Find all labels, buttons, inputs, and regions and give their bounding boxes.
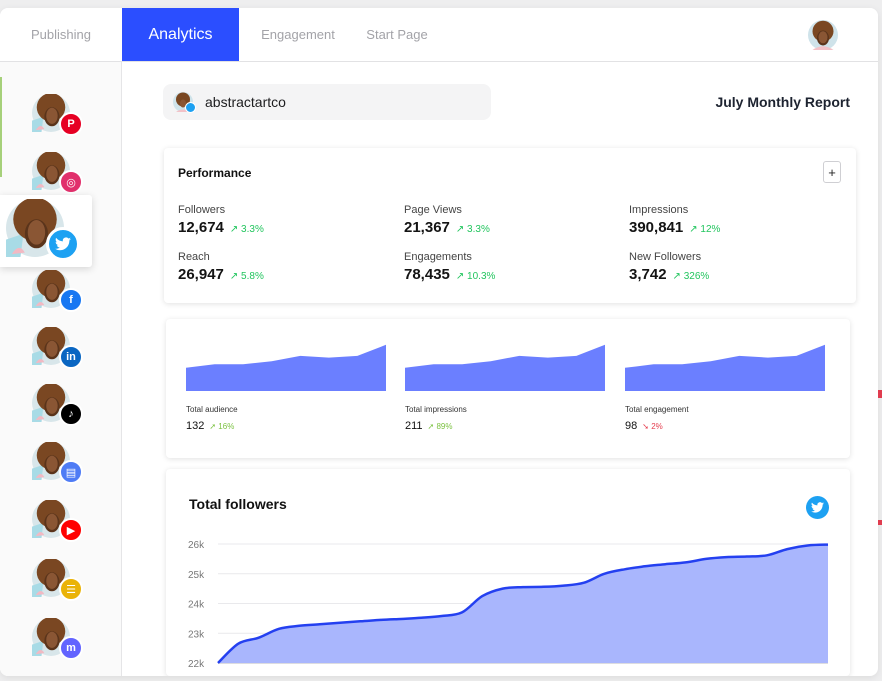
metric-label: Impressions [629,204,689,216]
performance-card: Performance + Followers 12,674 ↗ 3.3% Pag… [164,148,856,303]
sidebar-account-linkedin[interactable]: in [32,327,83,371]
sidebar-accent [0,77,2,177]
instagram-icon: ◎ [59,170,83,194]
sparkline-value: 98 [625,420,638,432]
sparkline-change-value: 16% [218,422,235,431]
sidebar-account-youtube[interactable]: ▶ [32,500,83,544]
metric-label: Reach [178,251,210,263]
followers-area-chart: 22k 23k 24k 25k 26k [188,540,829,670]
chart-title: Total followers [189,496,287,512]
metric-value: 78,435 [404,266,450,283]
metric-value: 3,742 [629,266,667,283]
sparkline-label: Total engagement [625,405,689,414]
shop-icon: ☰ [59,577,83,601]
metric-value: 26,947 [178,266,224,283]
arrow-up-icon: ➚ [209,422,217,431]
sparkline-chart [625,344,825,391]
sparkline-change: ➚ 16% [209,422,234,431]
twitter-icon[interactable] [806,496,829,519]
twitter-icon [46,227,80,261]
metric-impressions: Impressions 390,841 ↗ 12% [629,204,720,236]
sparkline-total-engagement: Total engagement 98 ➘ 2% [625,319,827,458]
tab-start-page[interactable]: Start Page [358,8,436,61]
total-followers-card: Total followers 22k 23k 24k 25k 26k [166,469,850,676]
linkedin-icon: in [59,345,83,369]
arrow-down-icon: ➘ [642,422,649,431]
sparkline-total-impressions: Total impressions 211 ➚ 89% [405,319,607,458]
metric-value: 21,367 [404,219,450,236]
metric-reach: Reach 26,947 ↗ 5.8% [178,251,264,283]
arrow-up-icon: ➚ [427,422,435,431]
sparkline-value: 132 [186,420,205,432]
twitter-icon [185,102,196,113]
metric-change: ↗ 5.8% [229,271,264,282]
tab-publishing[interactable]: Publishing [0,8,122,61]
tab-engagement[interactable]: Engagement [250,8,346,61]
metric-value: 390,841 [629,219,684,236]
youtube-icon: ▶ [59,518,83,542]
metric-new-followers: New Followers 3,742 ↗ 326% [629,251,709,283]
sparkline-area [186,344,386,391]
metric-change: ↗ 12% [689,224,721,235]
sidebar-account-mastodon[interactable]: m [32,618,83,662]
sparkline-change: ➚ 89% [428,422,453,431]
account-name: abstractartco [205,94,286,110]
metric-change: ↗ 326% [672,271,710,282]
google-business-icon: ▤ [59,460,83,484]
metric-value: 12,674 [178,219,224,236]
sidebar-account-instagram[interactable]: ◎ [32,152,83,196]
metric-change: ↗ 3.3% [229,224,264,235]
y-tick-label: 23k [188,629,205,640]
pinterest-icon: P [59,112,83,136]
metric-label: Followers [178,204,226,216]
metric-followers: Followers 12,674 ↗ 3.3% [178,204,264,236]
metric-engagements: Engagements 78,435 ↗ 10.3% [404,251,495,283]
tab-analytics[interactable]: Analytics [122,8,239,61]
sparkline-label: Total audience [186,405,238,414]
sparkline-total-audience: Total audience 132 ➚ 16% [186,319,388,458]
edge-decoration [878,520,882,525]
sidebar-account-shop[interactable]: ☰ [32,559,83,603]
sidebar-account-pinterest[interactable]: P [32,94,83,138]
account-selector[interactable]: abstractartco [163,84,491,120]
sparkline-value: 211 [405,420,423,432]
sidebar-account-tiktok[interactable]: ♪ [32,384,83,428]
account-avatar [173,92,196,113]
y-tick-label: 22k [188,659,205,670]
y-tick-label: 24k [188,600,205,611]
y-tick-label: 25k [188,570,205,581]
metric-label: New Followers [629,251,702,263]
user-avatar[interactable] [808,20,838,50]
add-metric-button[interactable]: + [823,161,841,183]
sidebar-account-twitter[interactable] [0,195,92,267]
facebook-icon: f [59,288,83,312]
sparkline-chart [405,344,605,391]
sparkline-change: ➘ 2% [642,422,663,431]
metric-label: Engagements [404,251,472,263]
sparkline-label: Total impressions [405,405,467,414]
edge-decoration [878,390,882,398]
sparkline-change-value: 2% [651,422,663,431]
sparkline-area [405,344,605,391]
app-window: Publishing Analytics Engagement Start Pa… [0,8,878,676]
sidebar-account-facebook[interactable]: f [32,270,83,314]
metric-change: ↗ 10.3% [455,271,496,282]
metric-page-views: Page Views 21,367 ↗ 3.3% [404,204,490,236]
performance-title: Performance [178,166,252,180]
top-navigation: Publishing Analytics Engagement Start Pa… [0,8,878,62]
report-title: July Monthly Report [715,94,850,110]
metric-label: Page Views [404,204,462,216]
metric-change: ↗ 3.3% [455,224,490,235]
sidebar-account-google-business[interactable]: ▤ [32,442,83,486]
y-tick-label: 26k [188,540,205,551]
mastodon-icon: m [59,636,83,660]
sparkline-change-value: 89% [436,422,453,431]
sparkline-chart [186,344,386,391]
tiktok-icon: ♪ [59,402,83,426]
sparkline-area [625,344,825,391]
summary-sparklines-card: Total audience 132 ➚ 16% Total impressions… [166,319,850,458]
